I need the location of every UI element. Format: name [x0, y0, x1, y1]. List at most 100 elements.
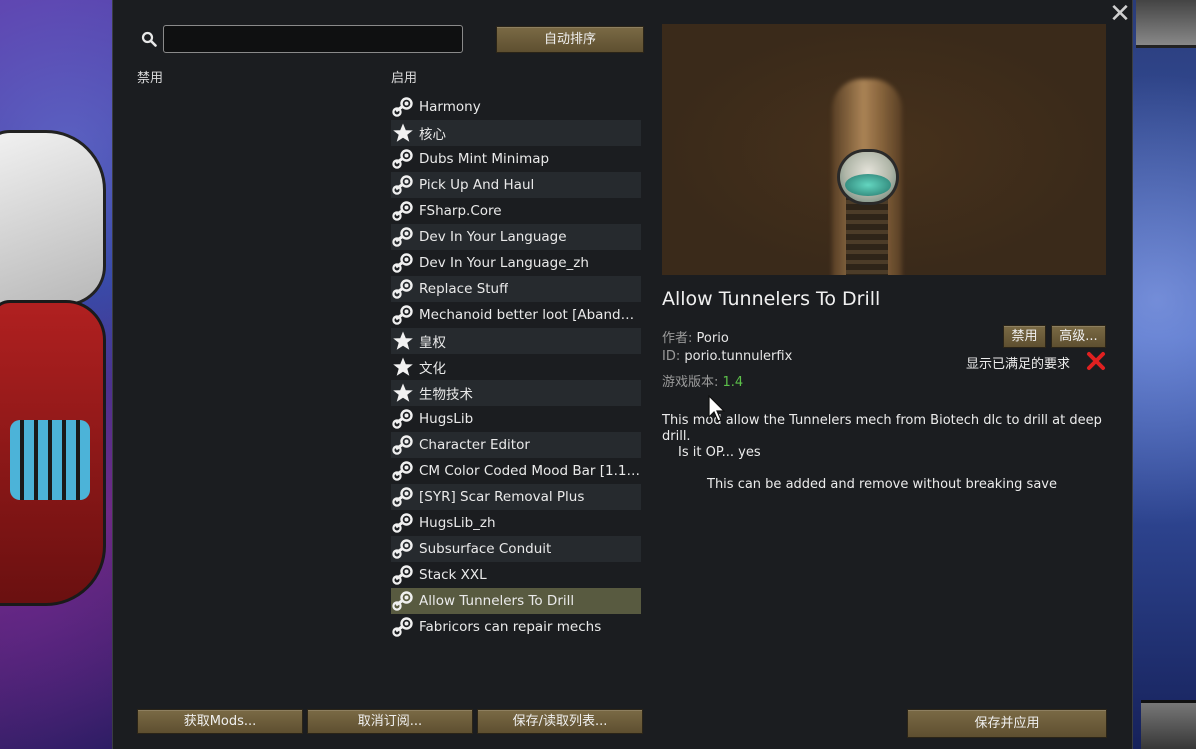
mod-list-item-label: [SYR] Scar Removal Plus: [419, 489, 585, 505]
steam-icon: [391, 434, 415, 456]
mod-list-item-label: 核心: [419, 127, 446, 143]
mod-list-item-label: Dev In Your Language: [419, 229, 567, 245]
mod-list-item[interactable]: CM Color Coded Mood Bar [1.1+]: [391, 458, 641, 484]
steam-icon: [391, 616, 415, 638]
mod-list-item[interactable]: Dev In Your Language_zh: [391, 250, 641, 276]
ship-art-top: [1136, 0, 1196, 48]
mod-list-item-label: Pick Up And Haul: [419, 177, 535, 193]
steam-icon: [391, 486, 415, 508]
mod-author: 作者: Porio: [662, 327, 729, 346]
mod-title: Allow Tunnelers To Drill: [662, 288, 881, 310]
mod-list-item[interactable]: Dev In Your Language: [391, 224, 641, 250]
steam-icon: [391, 590, 415, 612]
mod-list-item[interactable]: 皇权: [391, 328, 641, 354]
id-key: ID:: [662, 349, 681, 364]
steam-icon: [391, 538, 415, 560]
disable-mod-button[interactable]: 禁用: [1003, 325, 1046, 348]
search-icon: [141, 31, 157, 47]
mod-list-item-label: 皇权: [419, 335, 446, 351]
requirements-unmet-icon: [1087, 352, 1105, 370]
star-icon: [391, 382, 415, 404]
mod-list-item-label: Harmony: [419, 99, 481, 115]
preview-drill-eye: [845, 174, 891, 196]
steam-icon: [391, 174, 415, 196]
mod-list-item[interactable]: Dubs Mint Minimap: [391, 146, 641, 172]
mod-list-item[interactable]: 核心: [391, 120, 641, 146]
steam-icon: [391, 226, 415, 248]
mod-list-item-label: CM Color Coded Mood Bar [1.1+]: [419, 463, 641, 479]
mod-list-item-label: HugsLib_zh: [419, 515, 496, 531]
mod-list-item-label: Stack XXL: [419, 567, 487, 583]
mod-list-item-label: Subsurface Conduit: [419, 541, 552, 557]
mod-list-item[interactable]: Harmony: [391, 94, 641, 120]
description-line-1: This mod allow the Tunnelers mech from B…: [662, 413, 1102, 444]
mouse-cursor-icon: [708, 395, 726, 422]
mod-version: 游戏版本: 1.4: [662, 371, 743, 390]
save-load-list-button[interactable]: 保存/读取列表...: [477, 709, 643, 734]
mod-list-item-label: Character Editor: [419, 437, 530, 453]
mod-description: This mod allow the Tunnelers mech from B…: [662, 413, 1102, 493]
mod-list-item-label: Allow Tunnelers To Drill: [419, 593, 575, 609]
mod-list-item-label: Mechanoid better loot [Abandon...: [419, 307, 641, 323]
enabled-column-label: 启用: [391, 71, 418, 86]
star-icon: [391, 330, 415, 352]
search-input[interactable]: [163, 25, 463, 53]
mod-list-item[interactable]: HugsLib_zh: [391, 510, 641, 536]
get-mods-button[interactable]: 获取Mods...: [137, 709, 303, 734]
mod-list-item[interactable]: 文化: [391, 354, 641, 380]
mod-list-item[interactable]: Mechanoid better loot [Abandon...: [391, 302, 641, 328]
mod-list-item-label: Fabricors can repair mechs: [419, 619, 602, 635]
mod-list-item[interactable]: Pick Up And Haul: [391, 172, 641, 198]
steam-icon: [391, 200, 415, 222]
mod-list-item-label: Dev In Your Language_zh: [419, 255, 589, 271]
steam-icon: [391, 252, 415, 274]
background-art-left: [0, 0, 112, 749]
steam-icon: [391, 564, 415, 586]
steam-icon: [391, 278, 415, 300]
background-art-right: [1131, 0, 1196, 749]
description-line-3: This can be added and remove without bre…: [707, 477, 1057, 492]
version-key: 游戏版本:: [662, 375, 719, 390]
star-icon: [391, 122, 415, 144]
ship-art-bottom: [1141, 700, 1196, 749]
unsubscribe-button[interactable]: 取消订阅...: [307, 709, 473, 734]
steam-icon: [391, 460, 415, 482]
mod-list-item-label: Dubs Mint Minimap: [419, 151, 550, 167]
mech-body-art: [0, 130, 106, 306]
steam-icon: [391, 512, 415, 534]
steam-icon: [391, 408, 415, 430]
mod-list-item-label: Replace Stuff: [419, 281, 509, 297]
mod-list-item-label: 生物技术: [419, 387, 473, 403]
mod-list-item-label: 文化: [419, 361, 446, 377]
star-icon: [391, 356, 415, 378]
mod-list-item[interactable]: Character Editor: [391, 432, 641, 458]
steam-icon: [391, 96, 415, 118]
disabled-column-label: 禁用: [137, 71, 164, 86]
author-value: Porio: [696, 331, 729, 346]
mod-list-item[interactable]: [SYR] Scar Removal Plus: [391, 484, 641, 510]
save-and-apply-button[interactable]: 保存并应用: [907, 709, 1107, 738]
mod-list-item-label: FSharp.Core: [419, 203, 502, 219]
description-line-2: Is it OP... yes: [678, 445, 761, 460]
id-value: porio.tunnulerfix: [684, 349, 793, 364]
mod-manager-dialog: ✕ 自动排序 禁用 启用 Harmony 核心 Dubs Mint Minimap P…: [112, 0, 1133, 749]
mod-list-item[interactable]: Replace Stuff: [391, 276, 641, 302]
mod-list-item[interactable]: FSharp.Core: [391, 198, 641, 224]
steam-icon: [391, 148, 415, 170]
mod-list-item[interactable]: Fabricors can repair mechs: [391, 614, 641, 640]
mod-list-item[interactable]: Allow Tunnelers To Drill: [391, 588, 641, 614]
mod-list-item[interactable]: Stack XXL: [391, 562, 641, 588]
advanced-button[interactable]: 高级...: [1051, 325, 1106, 348]
mod-list-item[interactable]: Subsurface Conduit: [391, 536, 641, 562]
steam-icon: [391, 304, 415, 326]
auto-sort-button[interactable]: 自动排序: [496, 26, 644, 53]
mod-list-item-label: HugsLib: [419, 411, 474, 427]
version-value: 1.4: [722, 375, 744, 390]
mech-hand-art: [10, 420, 90, 500]
mod-list-item[interactable]: HugsLib: [391, 406, 641, 432]
mod-id: ID: porio.tunnulerfix: [662, 349, 792, 364]
mod-list-item[interactable]: 生物技术: [391, 380, 641, 406]
requirements-label[interactable]: 显示已满足的要求: [966, 353, 1070, 372]
enabled-mod-list: Harmony 核心 Dubs Mint Minimap Pick Up And Ha…: [391, 94, 641, 640]
close-icon[interactable]: ✕: [1108, 1, 1132, 27]
